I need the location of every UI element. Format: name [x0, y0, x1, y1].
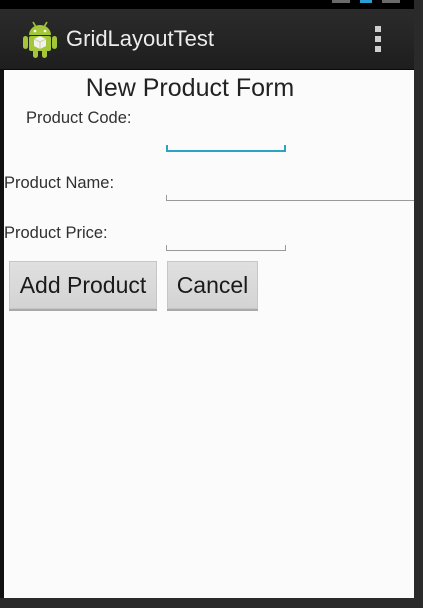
product-form: New Product Form Product Code: Product N…	[4, 70, 414, 598]
product-name-field[interactable]	[166, 180, 414, 201]
product-price-input[interactable]	[166, 230, 286, 250]
field-tick-right	[284, 145, 286, 150]
form-title: New Product Form	[85, 74, 295, 102]
app-title: GridLayoutTest	[66, 26, 214, 51]
cancel-button[interactable]: Cancel	[167, 261, 258, 311]
android-robot-icon	[23, 21, 57, 58]
battery-icon	[382, 0, 400, 3]
action-bar: GridLayoutTest	[0, 9, 414, 70]
product-name-label: Product Name:	[4, 174, 115, 192]
wifi-icon	[360, 0, 372, 3]
field-tick-right	[285, 245, 286, 250]
field-tick-left	[166, 195, 167, 200]
product-code-label: Product Code:	[26, 109, 132, 127]
device-screen: GridLayoutTest New Product Form Product …	[0, 0, 423, 608]
screen-edge-bottom	[0, 598, 423, 608]
product-name-input[interactable]	[166, 180, 414, 200]
signal-icon	[332, 0, 350, 3]
product-code-field[interactable]	[166, 130, 286, 152]
product-price-field[interactable]	[166, 230, 286, 251]
screen-edge-right	[414, 0, 423, 608]
status-icons	[332, 0, 400, 3]
product-price-label: Product Price:	[4, 224, 108, 242]
add-product-button[interactable]: Add Product	[9, 261, 157, 311]
overflow-dot	[375, 26, 381, 32]
overflow-dot	[375, 46, 381, 52]
product-code-input[interactable]	[166, 130, 286, 150]
overflow-dot	[375, 36, 381, 42]
field-tick-left	[166, 245, 167, 250]
overflow-menu-icon[interactable]	[366, 21, 390, 57]
field-tick-left	[166, 145, 168, 150]
status-bar	[0, 0, 414, 9]
